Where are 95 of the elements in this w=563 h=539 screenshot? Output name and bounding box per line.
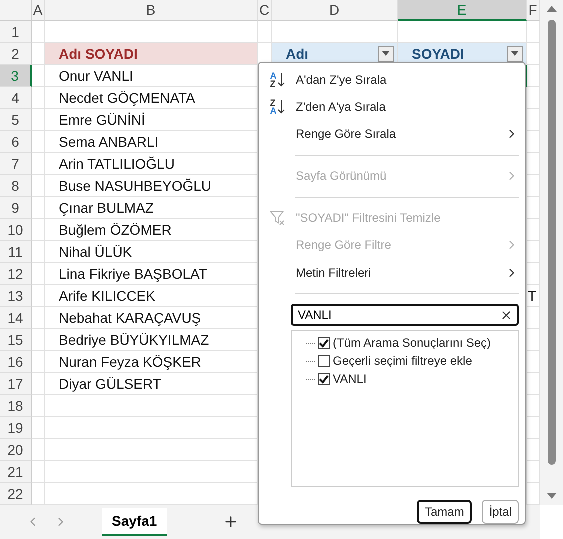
column-header[interactable]: C: [258, 0, 272, 21]
row-header[interactable]: 6: [0, 131, 32, 153]
row-header[interactable]: 1: [0, 21, 32, 43]
row-header[interactable]: 21: [0, 461, 32, 483]
row-header[interactable]: 16: [0, 351, 32, 373]
table-cell: Onur VANLI: [45, 65, 258, 87]
checkbox[interactable]: [318, 337, 330, 350]
table-cell: [32, 219, 45, 241]
scroll-up-icon[interactable]: [546, 6, 556, 12]
row-header[interactable]: 8: [0, 175, 32, 197]
row-header[interactable]: 12: [0, 263, 32, 285]
menu-item[interactable]: A Z A'dan Z'ye Sırala: [259, 66, 519, 94]
row-header[interactable]: 13: [0, 285, 32, 307]
table-cell: [32, 351, 45, 373]
table-cell: [32, 241, 45, 263]
table-cell: [32, 373, 45, 395]
table-cell: [32, 43, 45, 65]
table-cell: Arife KILICCEK: [45, 285, 258, 307]
row-header[interactable]: 22: [0, 483, 32, 505]
table-cell: [32, 263, 45, 285]
table-cell: [258, 21, 272, 43]
table-cell: T: [527, 285, 540, 307]
table-cell: [32, 109, 45, 131]
table-cell: [32, 307, 45, 329]
checkbox-label: (Tüm Arama Sonuçlarını Seç): [333, 336, 492, 350]
dialog-button[interactable]: İptal: [482, 500, 519, 524]
table-cell: Arin TATLILIOĞLU: [45, 153, 258, 175]
table-header: SOYADI: [412, 46, 464, 62]
table-cell: Diyar GÜLSERT: [45, 373, 258, 395]
row-header[interactable]: 11: [0, 241, 32, 263]
table-cell: [32, 197, 45, 219]
table-cell: Bedriye BÜYÜKYILMAZ: [45, 329, 258, 351]
filter-button[interactable]: [378, 46, 394, 62]
search-field[interactable]: VANLI: [291, 304, 519, 326]
table-cell: Sema ANBARLI: [45, 131, 258, 153]
menu-item[interactable]: Metin Filtreleri: [259, 259, 519, 286]
row-header[interactable]: 5: [0, 109, 32, 131]
tree-line: [306, 360, 315, 362]
column-header[interactable]: A: [32, 0, 45, 21]
table-cell: [32, 329, 45, 351]
table-cell: Buse NASUHBEYOĞLU: [45, 175, 258, 197]
dropdown-arrow-icon: [511, 51, 519, 56]
scrollbar-thumb[interactable]: [548, 20, 556, 465]
checkbox[interactable]: [318, 373, 330, 386]
table-header: Adı SOYADI: [45, 43, 258, 65]
column-header[interactable]: F: [527, 0, 540, 21]
row-header[interactable]: 20: [0, 439, 32, 461]
table-cell: Nuran Feyza KÖŞKER: [45, 351, 258, 373]
table-cell: Buğlem ÖZÖMER: [45, 219, 258, 241]
table-cell: Necdet GÖÇMENATA: [45, 87, 258, 109]
table-header: Adı: [286, 46, 309, 62]
table-cell: [32, 461, 45, 483]
checkbox-label: VANLI: [333, 372, 367, 386]
table-cell: [32, 21, 45, 43]
table-cell: [527, 21, 540, 43]
menu-item[interactable]: Z A Z'den A'ya Sırala: [259, 93, 519, 120]
row-header[interactable]: 19: [0, 417, 32, 439]
tree-line: [306, 378, 315, 380]
table-cell: Çınar BULMAZ: [45, 197, 258, 219]
row-header[interactable]: 9: [0, 197, 32, 219]
row-header[interactable]: 14: [0, 307, 32, 329]
clear-filter-icon: [270, 210, 286, 226]
table-cell: Nebahat KARAÇAVUŞ: [45, 307, 258, 329]
close-icon[interactable]: [500, 308, 513, 322]
table-cell: [32, 285, 45, 307]
column-header[interactable]: D: [272, 0, 398, 21]
row-header[interactable]: 2: [0, 43, 32, 65]
row-header[interactable]: 17: [0, 373, 32, 395]
table-cell: [32, 65, 45, 87]
vertical-scrollbar[interactable]: [540, 0, 563, 505]
table-cell: [32, 87, 45, 109]
table-cell: [32, 175, 45, 197]
checkbox[interactable]: [318, 355, 330, 368]
checkbox-label: Geçerli seçimi filtreye ekle: [333, 354, 472, 368]
sheet-tab[interactable]: Sayfa1: [102, 508, 168, 536]
table-cell: [32, 153, 45, 175]
menu-item[interactable]: Renge Göre Sırala: [259, 120, 519, 148]
scroll-down-icon[interactable]: [546, 493, 556, 499]
column-header[interactable]: B: [45, 0, 258, 21]
row-header[interactable]: 4: [0, 87, 32, 109]
table-cell: [32, 417, 45, 439]
table-cell: [32, 439, 45, 461]
dropdown-arrow-icon: [382, 51, 390, 56]
table-cell: Nihal ÜLÜK: [45, 241, 258, 263]
table-cell: Emre GÜNİNİ: [45, 109, 258, 131]
row-header[interactable]: 10: [0, 219, 32, 241]
filter-button[interactable]: [507, 46, 523, 62]
tree-line: [306, 342, 315, 344]
table-cell: Lina Fikriye BAŞBOLAT: [45, 263, 258, 285]
row-header[interactable]: 15: [0, 329, 32, 351]
table-cell: [32, 395, 45, 417]
table-cell: [32, 131, 45, 153]
row-header[interactable]: 7: [0, 153, 32, 175]
row-header[interactable]: 18: [0, 395, 32, 417]
dialog-button[interactable]: Tamam: [416, 500, 472, 524]
